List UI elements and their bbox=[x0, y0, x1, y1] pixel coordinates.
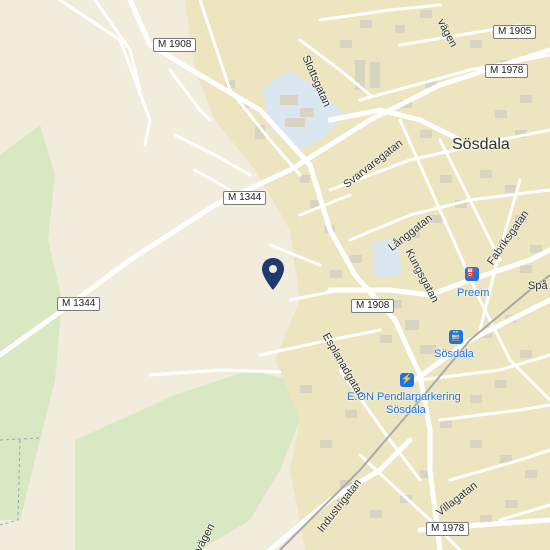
poi-label-parking-line1[interactable]: E.ON Pendlarparkering bbox=[347, 391, 461, 404]
street-label-spa: Spå bbox=[528, 280, 548, 292]
route-shield-m1978-north: M 1978 bbox=[485, 64, 529, 78]
route-shield-m1344-west: M 1344 bbox=[57, 297, 101, 311]
poi-label-station[interactable]: Sösdala bbox=[434, 348, 474, 361]
route-shield-m1978-south: M 1978 bbox=[426, 522, 470, 536]
forest-area-west bbox=[0, 125, 62, 520]
route-shield-m1905: M 1905 bbox=[493, 25, 537, 39]
poi-label-preem[interactable]: Preem bbox=[457, 287, 489, 300]
route-shield-m1908-north: M 1908 bbox=[153, 38, 197, 52]
forest-area-south bbox=[75, 370, 300, 550]
route-shield-m1908-south: M 1908 bbox=[351, 299, 395, 313]
route-shield-m1344-east: M 1344 bbox=[223, 191, 267, 205]
town-label: Sösdala bbox=[452, 136, 510, 153]
ev-charging-icon[interactable]: ⚡ bbox=[400, 373, 414, 387]
poi-label-parking-line2[interactable]: Sösdala bbox=[386, 404, 426, 417]
map-canvas[interactable]: M 1908 M 1905 M 1978 M 1344 M 1344 M 190… bbox=[0, 0, 550, 550]
fuel-station-icon[interactable]: ⛽ bbox=[465, 267, 479, 281]
location-pin-icon[interactable] bbox=[261, 257, 285, 291]
train-station-icon[interactable]: 🚆 bbox=[449, 330, 463, 344]
